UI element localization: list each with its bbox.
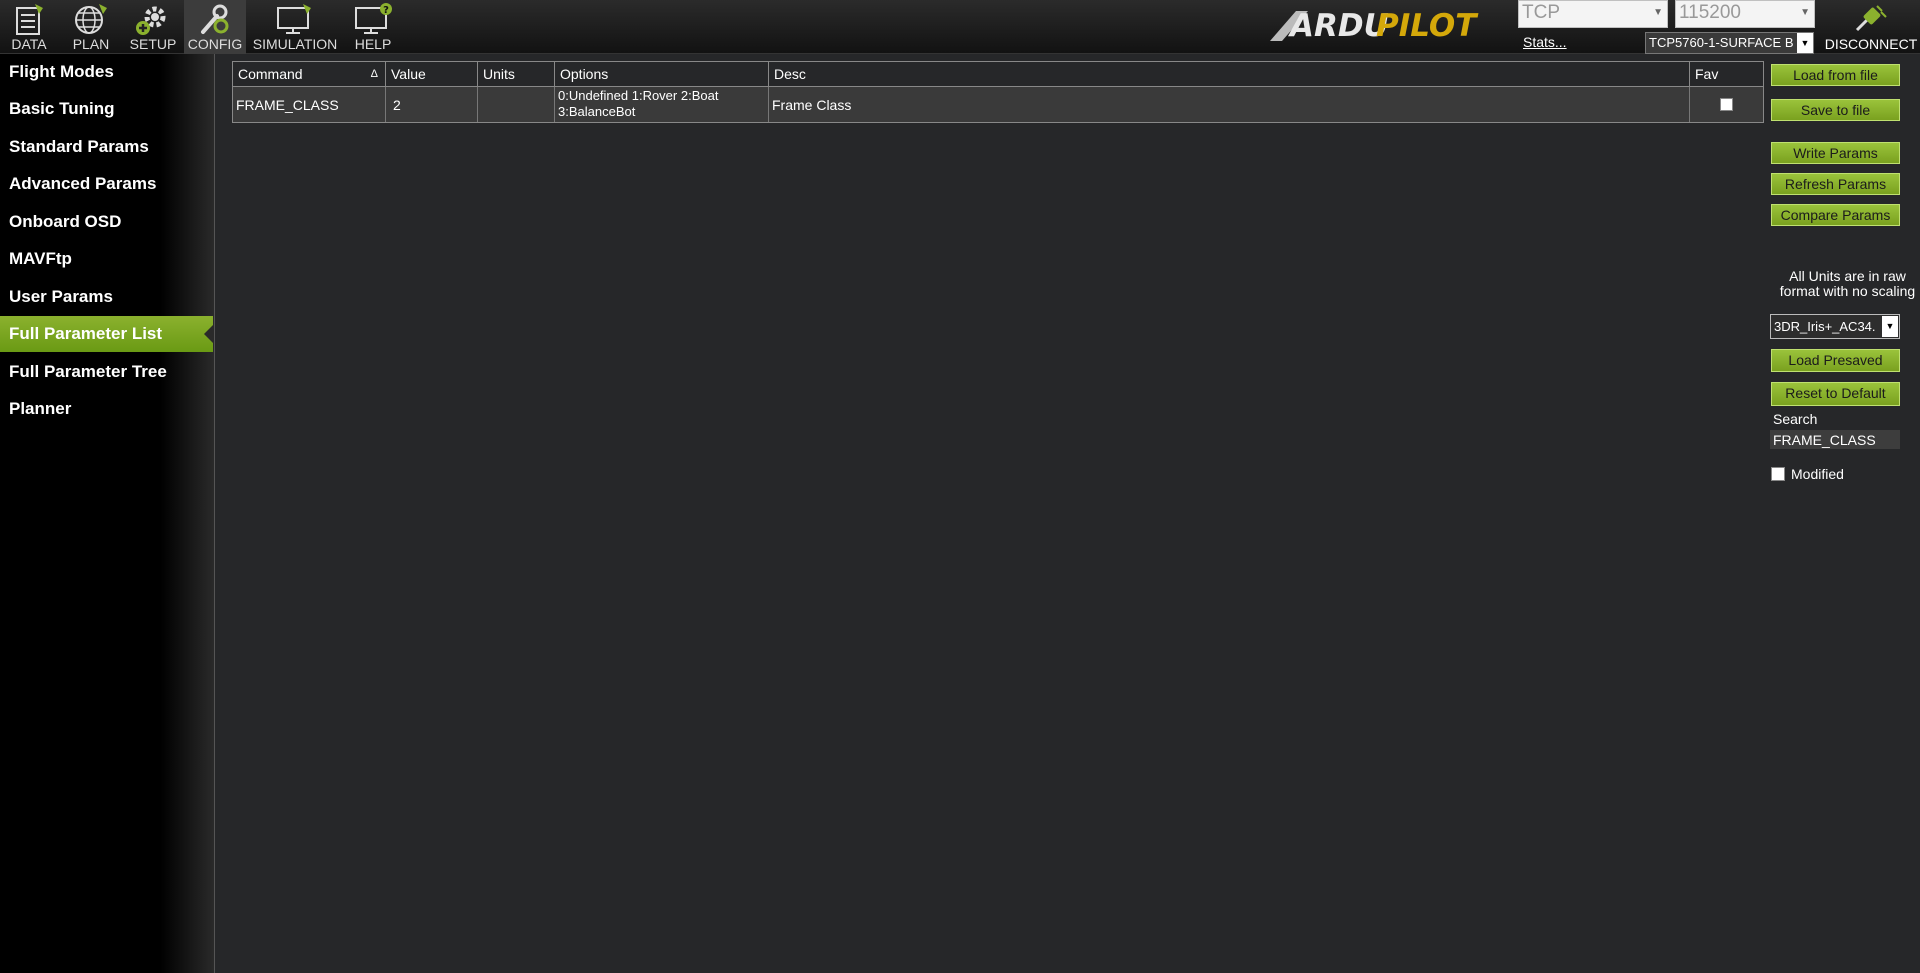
plan-tab-label: PLAN — [72, 36, 110, 52]
sidebar-item-user-params[interactable]: User Params — [0, 279, 213, 315]
save-to-file-button[interactable]: Save to file — [1771, 99, 1900, 121]
config-wrench-icon — [201, 4, 229, 34]
baud-rate-value: 115200 — [1679, 2, 1741, 23]
help-monitor-icon: ? — [355, 3, 392, 34]
logo-text-pilot: PILOT — [1376, 8, 1479, 43]
chevron-down-icon: ▼ — [1882, 316, 1898, 337]
port-value: TCP5760-1-SURFACE B — [1649, 35, 1794, 50]
preset-select[interactable]: 3DR_Iris+_AC34. ▼ — [1770, 314, 1900, 339]
cell-units — [478, 87, 555, 122]
chevron-down-icon: ▼ — [1800, 7, 1810, 18]
plan-tab[interactable]: PLAN — [62, 0, 120, 54]
sidebar-item-standard-params[interactable]: Standard Params — [0, 129, 213, 165]
column-header-fav[interactable]: Fav — [1690, 62, 1763, 87]
sidebar-item-basic-tuning[interactable]: Basic Tuning — [0, 91, 213, 127]
disconnect-button[interactable]: DISCONNECT — [1822, 0, 1920, 54]
sidebar-item-full-parameter-list[interactable]: Full Parameter List — [0, 316, 213, 352]
modified-checkbox[interactable] — [1771, 467, 1785, 481]
reset-to-default-button[interactable]: Reset to Default — [1771, 382, 1900, 406]
chevron-down-icon: ▼ — [1797, 33, 1813, 53]
simulation-tab-label: SIMULATION — [252, 36, 338, 52]
units-note: All Units are in raw format with no scal… — [1779, 268, 1916, 299]
column-header-units[interactable]: Units — [478, 62, 555, 87]
modified-label: Modified — [1791, 466, 1844, 482]
setup-gear-icon — [136, 6, 166, 35]
parameter-grid: Command Δ Value Units Options Desc Fav F… — [232, 61, 1764, 123]
baud-rate-select[interactable]: 115200 ▼ — [1675, 0, 1815, 28]
data-icon — [16, 4, 43, 35]
search-label: Search — [1773, 411, 1818, 427]
plug-icon — [1855, 5, 1887, 32]
cell-desc: Frame Class — [769, 87, 1690, 122]
options-line-1: 0:Undefined 1:Rover 2:Boat — [558, 88, 719, 103]
chevron-down-icon: ▼ — [1653, 7, 1663, 18]
cell-command[interactable]: FRAME_CLASS — [233, 87, 386, 122]
write-params-button[interactable]: Write Params — [1771, 142, 1900, 164]
cell-value[interactable]: 2 — [386, 87, 478, 122]
plan-globe-icon — [75, 4, 107, 34]
simulation-tab[interactable]: SIMULATION — [250, 0, 340, 54]
preset-value: 3DR_Iris+_AC34. — [1774, 319, 1876, 334]
load-presaved-button[interactable]: Load Presaved — [1771, 349, 1900, 372]
cell-fav — [1690, 87, 1763, 122]
help-tab[interactable]: ? HELP — [344, 0, 402, 54]
logo-text-ardu: ARDU — [1287, 8, 1389, 43]
column-header-label: Command — [238, 66, 303, 82]
sidebar-item-flight-modes[interactable]: Flight Modes — [0, 54, 213, 90]
help-tab-label: HELP — [354, 36, 392, 52]
ardupilot-logo: ARDU PILOT — [1270, 8, 1479, 43]
sidebar-item-planner[interactable]: Planner — [0, 391, 213, 427]
simulation-monitor-icon — [277, 4, 311, 34]
sort-ascending-icon: Δ — [370, 68, 378, 80]
setup-tab[interactable]: SETUP — [124, 0, 182, 54]
config-tab[interactable]: CONFIG — [184, 0, 246, 54]
search-input[interactable] — [1770, 430, 1900, 449]
refresh-params-button[interactable]: Refresh Params — [1771, 173, 1900, 195]
column-header-desc[interactable]: Desc — [769, 62, 1690, 87]
sidebar-item-mavftp[interactable]: MAVFtp — [0, 241, 213, 277]
load-from-file-button[interactable]: Load from file — [1771, 64, 1900, 86]
disconnect-label: DISCONNECT — [1824, 36, 1918, 52]
config-sidebar: Flight Modes Basic Tuning Standard Param… — [0, 54, 215, 973]
svg-text:?: ? — [383, 5, 389, 16]
options-line-2: 3:BalanceBot — [558, 104, 636, 119]
cell-options: 0:Undefined 1:Rover 2:Boat 3:BalanceBot — [555, 87, 769, 122]
column-header-command[interactable]: Command Δ — [233, 62, 386, 87]
data-tab[interactable]: DATA — [0, 0, 58, 54]
sidebar-item-full-parameter-tree[interactable]: Full Parameter Tree — [0, 354, 213, 390]
sidebar-item-onboard-osd[interactable]: Onboard OSD — [0, 204, 213, 240]
port-select[interactable]: TCP5760-1-SURFACE B ▼ — [1645, 32, 1814, 54]
compare-params-button[interactable]: Compare Params — [1771, 204, 1900, 226]
column-header-options[interactable]: Options — [555, 62, 769, 87]
setup-tab-label: SETUP — [129, 36, 177, 52]
connection-type-value: TCP — [1522, 2, 1560, 23]
connection-type-select[interactable]: TCP ▼ — [1518, 0, 1668, 28]
top-toolbar: DATA PLAN SETUP CONFIG SIMULATION ? HELP… — [0, 0, 1920, 54]
fav-checkbox[interactable] — [1720, 98, 1733, 111]
sidebar-item-advanced-params[interactable]: Advanced Params — [0, 166, 213, 202]
column-header-value[interactable]: Value — [386, 62, 478, 87]
modified-filter[interactable]: Modified — [1771, 466, 1844, 482]
config-tab-label: CONFIG — [187, 36, 243, 52]
stats-link[interactable]: Stats... — [1523, 34, 1567, 50]
data-tab-label: DATA — [11, 36, 47, 52]
